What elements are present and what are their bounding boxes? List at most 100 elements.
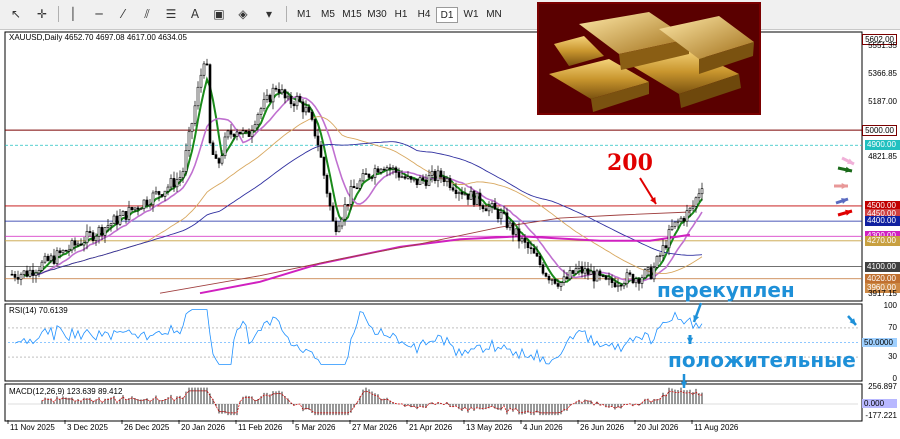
candle-body <box>64 249 68 252</box>
candle-body <box>340 218 344 227</box>
macd-tick-label: -177.221 <box>865 410 897 420</box>
candle-body <box>568 270 572 280</box>
candle-body <box>151 192 155 206</box>
rsi-tick-label: 50.0000 <box>862 337 897 347</box>
candle-body <box>148 204 152 207</box>
price-tick-label: 4270.00 <box>865 235 900 246</box>
candle-body <box>466 193 470 200</box>
candle-body <box>13 274 17 278</box>
candle-body <box>187 131 191 151</box>
candle-body <box>610 278 614 283</box>
candle-body <box>67 249 71 252</box>
candle-body <box>520 237 524 242</box>
date-tick-label: 26 Dec 2025 <box>124 423 170 432</box>
candle-body <box>250 130 254 137</box>
candle-body <box>79 243 83 246</box>
candle-body <box>139 208 143 210</box>
candle-body <box>697 193 701 199</box>
date-tick-label: 3 Dec 2025 <box>67 423 108 432</box>
gold-bars-photo <box>537 2 761 115</box>
annotation-positive: положительные <box>668 348 856 372</box>
candle-body <box>388 167 392 170</box>
candle-body <box>331 205 335 222</box>
candle-body <box>691 206 695 209</box>
candle-body <box>295 96 299 107</box>
candle-body <box>589 270 593 275</box>
candle-body <box>109 223 113 226</box>
candle-body <box>430 170 434 176</box>
candle-body <box>94 235 98 241</box>
candle-body <box>88 231 92 233</box>
candle-body <box>574 268 578 274</box>
macd-legend: MACD(12,26,9) 123.639 89.412 <box>9 387 123 396</box>
candle-body <box>349 185 353 205</box>
candle-body <box>646 267 650 271</box>
candle-body <box>673 221 677 227</box>
candle-body <box>556 283 560 287</box>
candle-body <box>505 212 509 228</box>
candle-body <box>460 192 464 195</box>
candle-body <box>325 175 329 194</box>
candle-body <box>232 133 236 137</box>
rsi-tick-label: 30 <box>888 352 897 362</box>
candle-body <box>40 261 44 271</box>
candle-body <box>406 176 410 179</box>
candle-body <box>307 106 311 113</box>
candle-body <box>382 168 386 171</box>
candle-body <box>37 270 41 274</box>
candle-body <box>688 207 692 211</box>
candle-body <box>130 206 134 211</box>
candle-body <box>115 215 119 225</box>
candle-body <box>433 170 437 182</box>
candle-body <box>358 180 362 189</box>
candle-body <box>403 176 407 179</box>
candle-body <box>103 227 107 236</box>
candle-body <box>76 243 80 246</box>
candle-body <box>379 168 383 173</box>
candle-body <box>328 193 332 207</box>
candle-body <box>124 211 128 220</box>
candle-body <box>586 268 590 275</box>
candle-body <box>229 130 233 135</box>
candle-body <box>454 189 458 195</box>
candle-body <box>448 178 452 188</box>
annotation-200: 200 <box>607 150 653 176</box>
candle-body <box>376 168 380 173</box>
candle-body <box>274 87 278 90</box>
candle-body <box>181 171 185 178</box>
candle-body <box>238 131 242 134</box>
candle-body <box>463 193 467 196</box>
price-tick-label: 5551.35 <box>868 41 897 51</box>
candle-body <box>361 173 365 182</box>
candle-body <box>265 94 269 100</box>
candle-body <box>502 212 506 214</box>
candle-body <box>142 199 146 209</box>
candle-body <box>193 105 197 124</box>
candle-body <box>547 276 551 281</box>
candle-body <box>487 206 491 212</box>
candle-body <box>205 63 209 66</box>
candle-body <box>100 226 104 236</box>
candle-body <box>217 158 221 164</box>
chart-canvas[interactable] <box>0 0 900 439</box>
candle-body <box>655 256 659 268</box>
date-tick-label: 21 Apr 2026 <box>409 423 453 432</box>
candle-body <box>412 178 416 181</box>
candle-body <box>19 274 23 280</box>
candle-body <box>22 270 26 275</box>
candle-body <box>475 192 479 205</box>
candle-body <box>385 167 389 171</box>
candle-body <box>619 284 623 287</box>
candle-body <box>532 248 536 254</box>
candle-body <box>373 168 377 178</box>
candle-body <box>160 194 164 197</box>
candle-body <box>277 89 281 94</box>
rsi-tick-label: 70 <box>888 322 897 332</box>
candle-body <box>637 278 641 284</box>
date-tick-label: 20 Jan 2026 <box>181 423 226 432</box>
candle-body <box>190 123 194 133</box>
price-tick-label: 5366.85 <box>868 69 897 79</box>
candle-body <box>634 278 638 284</box>
candle-body <box>367 173 371 178</box>
candle-body <box>220 155 224 164</box>
